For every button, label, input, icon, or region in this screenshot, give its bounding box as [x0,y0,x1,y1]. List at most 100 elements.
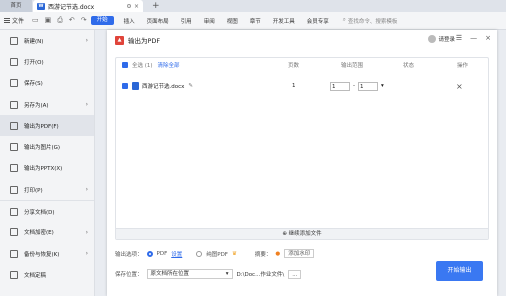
sidebar-item-finalize[interactable]: 文档定稿 [0,264,94,285]
open-folder-icon [10,57,18,66]
chevron-right-icon: › [85,186,88,194]
print-icon[interactable]: ⎙ [57,16,63,25]
col-status: 状态 [403,63,415,69]
col-pages: 页数 [288,63,300,69]
sidebar-item-backup[interactable]: 备份与恢复(K) › [0,243,94,264]
pptx-icon [10,164,18,173]
image-icon [10,143,18,152]
save-location-select[interactable]: 原文档所在位置 ▾ [146,269,233,279]
file-checkbox[interactable] [122,83,128,89]
sidebar-item-label: 保存(S) [24,81,43,88]
range-to-input[interactable]: 1 [358,81,378,91]
minimize-icon[interactable]: — [470,34,477,42]
export-pdf-dialog: ▲ 输出为PDF 请登录 ☰ — × 全选 (1) 清除全部 页数 输出范围 状… [107,30,497,296]
delete-file-icon[interactable]: × [456,82,463,91]
sidebar-item-export-pdf[interactable]: 输出为PDF(F) [0,115,94,137]
folder-icon[interactable]: ▭ [32,16,39,25]
tab-home[interactable]: 首页 [0,0,32,12]
window-controls: ☰ — × [456,34,491,42]
avatar [428,35,437,43]
select-all-label: 全选 (1) [132,63,153,69]
search-icon: ⌕ [342,17,346,23]
radio-pdf[interactable] [146,250,153,257]
sidebar-item-label: 输出为图片(G) [24,145,61,152]
col-action: 操作 [457,63,469,69]
ribbon-tab-developer[interactable]: 开发工具 [267,17,301,25]
print-icon [10,185,18,194]
add-watermark-button[interactable]: 添加水印 [284,249,315,258]
sidebar-item-encrypt[interactable]: 文档加密(E) › [0,222,94,243]
ribbon-tab-chapter[interactable]: 章节 [244,17,267,25]
word-doc-icon: W [37,2,45,10]
edit-icon[interactable]: ✎ [188,83,193,89]
select-all-checkbox[interactable] [122,62,128,68]
chevron-right-icon: › [85,250,88,258]
close-icon[interactable]: × [485,34,491,42]
sort-label: 摘要： [254,251,272,258]
login-button[interactable]: 请登录 [428,35,455,43]
range-from-input[interactable]: 1 [330,81,350,91]
sidebar-item-label: 另存为(A) [24,102,49,109]
command-search[interactable]: ⌕ 查找命令、搜索模板 [343,17,398,25]
chevron-down-icon: ▾ [225,271,229,277]
file-list-panel: 全选 (1) 清除全部 页数 输出范围 状态 操作 西游记节选.docx ✎ 1… [115,57,489,240]
sidebar-item-label: 文档加密(E) [24,230,54,237]
new-doc-icon [10,36,18,45]
sidebar-item-export-pptx[interactable]: 输出为PPTX(X) [0,158,94,179]
menu-icon[interactable]: ☰ [456,34,462,42]
sidebar-item-save-as[interactable]: 另存为(A) › [0,94,94,115]
ribbon-tab-layout[interactable]: 页面布局 [141,17,175,25]
sidebar-item-print[interactable]: 打印(P) › [0,179,94,200]
sidebar-item-share[interactable]: 分享文档(D) [0,200,94,221]
col-range: 输出范围 [341,63,364,69]
ribbon-tab-member[interactable]: 会员专享 [301,17,335,25]
ribbon-tab-start[interactable]: 开始 [90,16,114,25]
save-location-value: 原文档所在位置 [150,271,190,277]
sidebar-item-label: 文档定稿 [24,272,47,279]
file-menu-button[interactable]: 文件 [0,15,28,27]
tab-document[interactable]: W 西游记节选.docx × [33,0,143,12]
file-list-header: 全选 (1) 清除全部 页数 输出范围 状态 操作 [116,58,488,72]
tab-close-icon[interactable]: × [134,3,139,10]
ribbon-tab-review[interactable]: 审阅 [198,17,221,25]
undo-icon[interactable]: ↶ [69,16,75,25]
sidebar-item-label: 分享文档(D) [24,209,55,216]
ribbon-tab-insert[interactable]: 插入 [118,17,141,25]
menu-bar: 文件 ▭ ▣ ⎙ ↶ ↷ 开始 插入 页面布局 引用 审阅 视图 章节 开发工具… [0,12,506,30]
sidebar-item-label: 备份与恢复(K) [24,251,60,258]
sidebar-item-save[interactable]: 保存(S) [0,73,94,94]
chevron-right-icon: › [85,37,88,45]
clear-all-link[interactable]: 清除全部 [158,61,180,69]
page-range: 1 - 1 ▾ [330,81,384,91]
hamburger-icon [4,18,10,23]
sidebar-item-open[interactable]: 打开(O) [0,51,94,72]
watermark-icon: ● [275,250,281,257]
ribbon-tab-reference[interactable]: 引用 [175,17,198,25]
redo-icon[interactable]: ↷ [81,16,87,25]
save-icon[interactable]: ▣ [45,16,52,25]
sidebar-item-label: 新建(N) [24,38,44,45]
quick-access-toolbar: ▭ ▣ ⎙ ↶ ↷ [32,16,87,25]
share-icon [10,207,18,216]
output-options: 输出选项： PDF 设置 纯图PDF ♛ 摘要： ● 添加水印 [115,249,315,258]
save-icon [10,79,18,88]
sidebar-item-label: 输出为PPTX(X) [24,166,63,173]
new-tab-icon[interactable]: + [152,0,160,12]
add-files-bar[interactable]: ⊕ 继续添加文件 [116,228,488,239]
start-export-button[interactable]: 开始输出 [436,261,483,281]
output-options-label: 输出选项： [115,251,143,258]
radio-image-pdf[interactable] [196,250,203,257]
sidebar-item-export-image[interactable]: 输出为图片(G) [0,136,94,157]
pdf-icon [10,121,18,130]
tab-bar: 首页 W 西游记节选.docx × + [0,0,506,12]
chevron-down-icon[interactable]: ▾ [381,83,384,89]
add-files-label: 继续添加文件 [288,231,322,237]
sidebar-item-new[interactable]: 新建(N) › [0,30,94,51]
browse-button[interactable]: ... [288,269,302,279]
file-menu-label: 文件 [12,18,25,25]
pdf-settings-link[interactable]: 设置 [171,250,182,258]
crown-icon: ♛ [231,250,237,257]
file-row: 西游记节选.docx ✎ 1 1 - 1 ▾ × [116,72,488,100]
ribbon-tab-view[interactable]: 视图 [221,17,244,25]
save-location-label: 保存位置： [115,272,143,278]
